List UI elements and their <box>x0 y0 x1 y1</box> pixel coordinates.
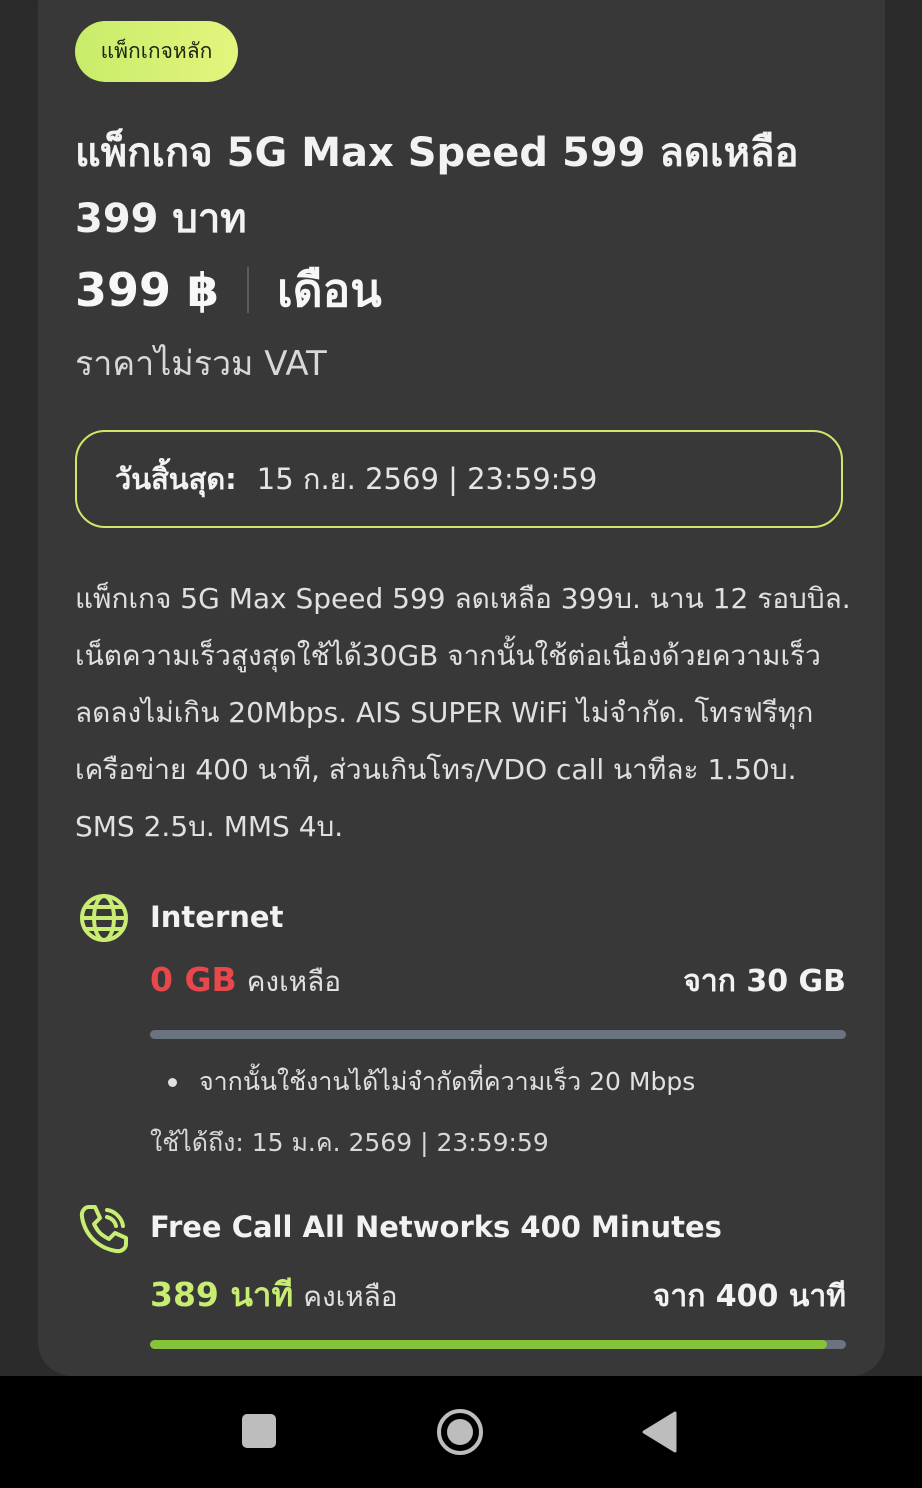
expiry-value: 15 ก.ย. 2569 | 23:59:59 <box>256 462 598 496</box>
call-usage-bar <box>150 1340 846 1349</box>
internet-remaining-row: 0 GB คงเหลือ จาก 30 GB <box>150 958 846 1005</box>
call-remaining-value: 389 นาที <box>150 1275 294 1314</box>
call-remaining-label: คงเหลือ <box>303 1280 398 1313</box>
bullet-dot <box>168 1077 177 1087</box>
internet-remaining: 0 GB คงเหลือ <box>150 960 341 1004</box>
internet-remaining-value: 0 GB <box>150 960 237 999</box>
price-period: เดือน <box>277 262 382 317</box>
home-circle-icon[interactable] <box>436 1408 484 1460</box>
main-package-badge: แพ็กเกจหลัก <box>75 21 238 82</box>
call-remaining-row: 389 นาที คงเหลือ จาก 400 นาที <box>150 1268 846 1321</box>
phone-call-icon <box>77 1202 131 1256</box>
package-title: แพ็กเกจ 5G Max Speed 599 ลดเหลือ 399 บาท <box>75 130 799 242</box>
call-total: จาก 400 นาที <box>652 1279 846 1314</box>
price-row: 399 ฿ เดือน <box>75 262 382 318</box>
globe-icon <box>77 891 131 945</box>
internet-note: จากนั้นใช้งานได้ไม่จำกัดที่ความเร็ว 20 M… <box>168 1062 695 1102</box>
internet-valid-until: ใช้ได้ถึง: 15 ม.ค. 2569 | 23:59:59 <box>150 1128 549 1157</box>
package-card: แพ็กเกจหลัก แพ็กเกจ 5G Max Speed 599 ลดเ… <box>38 0 885 1376</box>
internet-note-text: จากนั้นใช้งานได้ไม่จำกัดที่ความเร็ว 20 M… <box>199 1067 696 1096</box>
system-navigation-bar <box>0 1376 922 1488</box>
vat-note: ราคาไม่รวม VAT <box>75 344 327 384</box>
back-triangle-icon[interactable] <box>641 1411 679 1457</box>
recents-square-icon[interactable] <box>240 1412 278 1454</box>
expiry-box: วันสิ้นสุด: 15 ก.ย. 2569 | 23:59:59 <box>75 430 843 528</box>
package-description: แพ็กเกจ 5G Max Speed 599 ลดเหลือ 399บ. น… <box>75 582 851 843</box>
internet-total: จาก 30 GB <box>683 964 846 999</box>
internet-title: Internet <box>150 900 284 934</box>
call-usage-fill <box>150 1340 827 1349</box>
call-title: Free Call All Networks 400 Minutes <box>150 1210 722 1244</box>
internet-usage-bar <box>150 1030 846 1039</box>
price-divider <box>247 267 250 313</box>
internet-remaining-label: คงเหลือ <box>246 965 342 998</box>
call-remaining: 389 นาที คงเหลือ <box>150 1268 398 1321</box>
expiry-label: วันสิ้นสุด: <box>115 462 237 496</box>
package-price: 399 ฿ <box>75 263 220 317</box>
